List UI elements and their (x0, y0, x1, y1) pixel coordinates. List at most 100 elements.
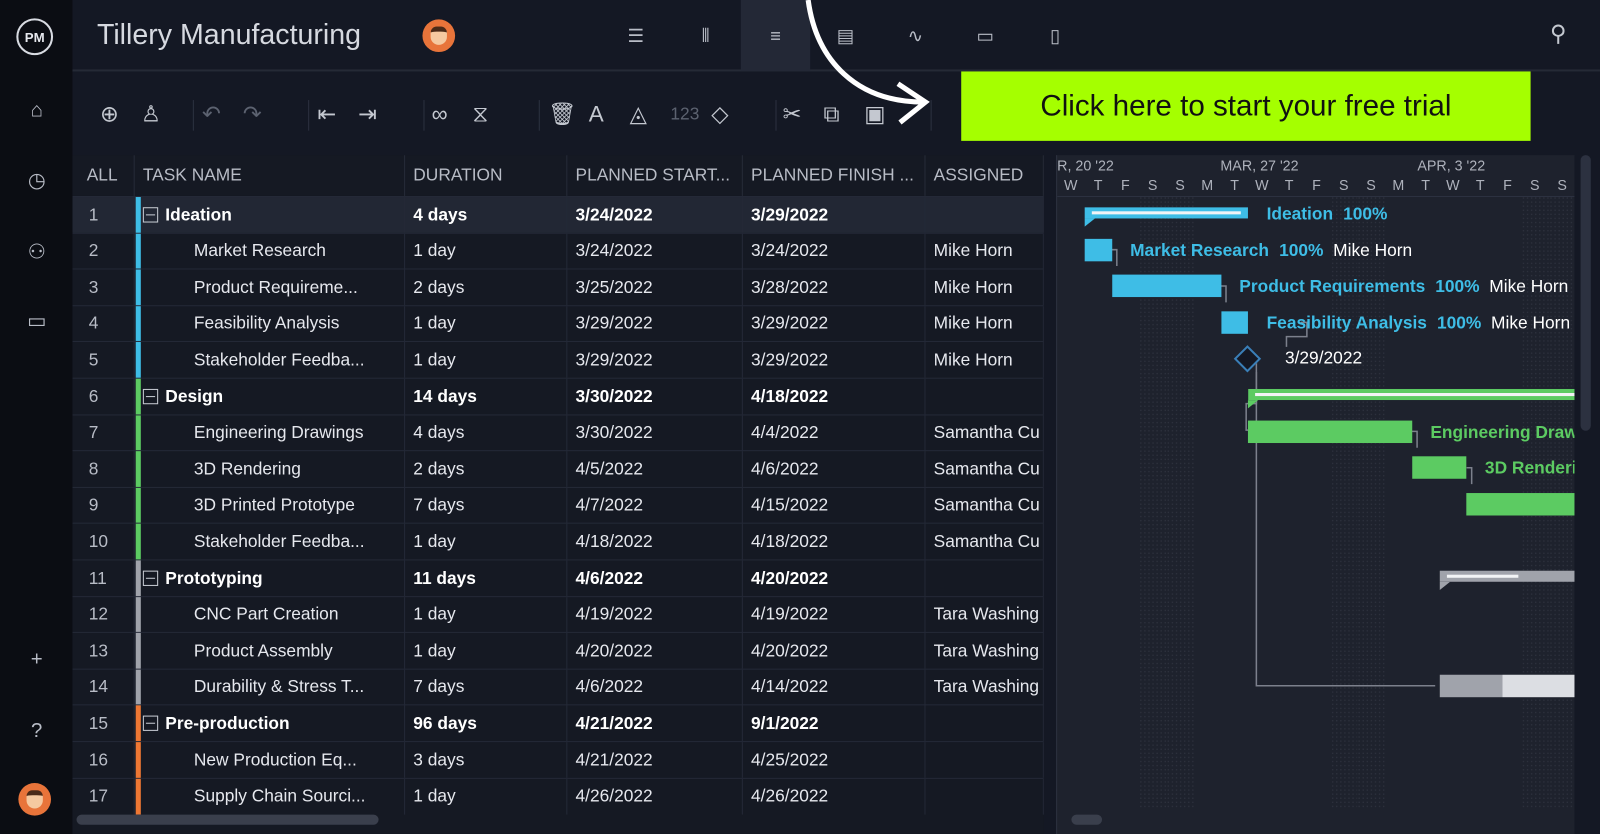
n-text: 5 (88, 350, 99, 370)
redo-icon[interactable]: ↷ (243, 98, 262, 131)
column-header-5[interactable]: ASSIGNED (926, 155, 1044, 196)
cell-name[interactable]: Ideation (135, 197, 406, 233)
group-row[interactable]: 1 Ideation 4 days 3/24/2022 3/29/2022 (72, 195, 1044, 234)
task-row[interactable]: 3 Product Requireme... 2 days 3/25/2022 3/28… (72, 268, 1044, 307)
outdent-icon[interactable]: ⇤ (317, 98, 336, 131)
task-row[interactable]: 9 3D Printed Prototype 7 days 4/7/2022 4/15/… (72, 486, 1044, 525)
cell-finish: 4/15/2022 (743, 487, 926, 524)
group-row[interactable]: 11 Prototyping 11 days 4/6/2022 4/20/2022 (72, 559, 1044, 597)
task-row[interactable]: 5 Stakeholder Feedba... 1 day 3/29/2022 3/29… (72, 341, 1044, 379)
cell-name[interactable]: Design (135, 378, 406, 415)
cell-name[interactable]: CNC Part Creation (135, 596, 406, 633)
group-row[interactable]: 6 Design 14 days 3/30/2022 4/18/2022 (72, 377, 1044, 416)
task-row[interactable]: 16 New Production Eq... 3 days 4/21/2022 4/2… (72, 741, 1044, 779)
collapse-toggle-icon[interactable] (142, 715, 159, 732)
grid-horizontal-scrollbar[interactable] (76, 814, 379, 825)
home-icon[interactable]: ⌂ (18, 92, 55, 129)
gantt-vertical-scrollbar[interactable] (1580, 155, 1591, 431)
group-color-bar (135, 342, 141, 379)
cell-name[interactable]: Prototyping (135, 560, 406, 597)
undo-icon[interactable]: ↶ (202, 98, 221, 131)
column-header-2[interactable]: DURATION (405, 155, 568, 196)
collapse-toggle-icon[interactable] (142, 207, 159, 223)
cell-name[interactable]: Engineering Drawings (135, 415, 406, 451)
task-row[interactable]: 13 Product Assembly 1 day 4/20/2022 4/20/202… (72, 632, 1044, 670)
cell-dur: 1 day (405, 596, 568, 633)
task-row[interactable]: 7 Engineering Drawings 4 days 3/30/2022 4/4/… (72, 414, 1044, 452)
add-user-icon[interactable]: ♙ (141, 98, 161, 131)
board-icon[interactable]: ⫴ (671, 0, 740, 71)
task-bar[interactable] (1439, 674, 1575, 697)
indent-icon[interactable]: ⇥ (358, 98, 377, 131)
task-row[interactable]: 17 Supply Chain Sourci... 1 day 4/26/2022 4/… (72, 777, 1044, 815)
task-row[interactable]: 2 Market Research 1 day 3/24/2022 3/24/2022 M… (72, 232, 1044, 270)
people-icon[interactable]: ⚇ (18, 233, 55, 270)
project-title: Tillery Manufacturing (96, 18, 362, 51)
collapse-toggle-icon[interactable] (142, 388, 159, 405)
cell-finish: 4/18/2022 (743, 524, 926, 560)
numbering-icon[interactable]: 123 (670, 98, 699, 131)
cell-name[interactable]: Product Requireme... (135, 269, 406, 306)
user-avatar[interactable] (18, 782, 52, 816)
files-icon[interactable]: ▯ (1020, 0, 1089, 71)
fill-color-icon[interactable]: ◬ (630, 98, 647, 131)
cell-name[interactable]: Product Assembly (135, 633, 406, 669)
cell-name[interactable]: 3D Printed Prototype (135, 487, 406, 524)
task-bar[interactable] (1411, 456, 1467, 479)
cell-name[interactable]: Market Research (135, 233, 406, 270)
cell-name[interactable]: Supply Chain Sourci... (135, 778, 406, 815)
calendar-icon[interactable]: ▭ (951, 0, 1020, 71)
collapse-toggle-icon[interactable] (142, 570, 159, 586)
briefcase-icon[interactable]: ▭ (18, 302, 55, 339)
task-bar[interactable] (1248, 420, 1412, 443)
cell-dur: 96 days (405, 705, 568, 742)
cell-name[interactable]: Durability & Stress T... (135, 669, 406, 706)
cell-name[interactable]: Feasibility Analysis (135, 306, 406, 342)
cell-name[interactable]: Pre-production (135, 705, 406, 742)
task-row[interactable]: 8 3D Rendering 2 days 4/5/2022 4/6/2022 Saman… (72, 450, 1044, 488)
column-header-0[interactable]: ALL (72, 155, 135, 196)
assigned-text: Mike Horn (933, 277, 1013, 297)
gantt-horizontal-scrollbar[interactable] (1071, 814, 1103, 825)
task-row[interactable]: 10 Stakeholder Feedba... 1 day 4/18/2022 4/1… (72, 523, 1044, 561)
help-icon[interactable]: ? (18, 713, 55, 750)
summary-progress (1446, 574, 1518, 578)
free-trial-button[interactable]: Click here to start your free trial (961, 71, 1531, 141)
start-text: 4/18/2022 (575, 531, 653, 552)
group-color-bar (135, 596, 141, 634)
unlink-icon[interactable]: ⧖ (472, 98, 488, 131)
search-icon[interactable]: ⚲ (1550, 20, 1566, 47)
text-color-icon[interactable]: A (589, 98, 604, 131)
column-header-4[interactable]: PLANNED FINISH ... (743, 155, 926, 196)
pm-logo[interactable]: PM (16, 18, 54, 56)
cell-n: 15 (72, 705, 135, 742)
list-icon[interactable]: ☰ (601, 0, 670, 71)
app-window: PM ⌂ ◷ ⚇ ▭ +? Tillery Manufacturing ☰ ⫴ ≡ ▤ ∿ ▭ ▯ … (0, 0, 1600, 834)
task-bar[interactable] (1111, 274, 1221, 298)
clock-icon[interactable]: ◷ (18, 161, 55, 198)
add-task-icon[interactable]: ⊕ (100, 98, 119, 131)
task-row[interactable]: 4 Feasibility Analysis 1 day 3/29/2022 3/29/… (72, 305, 1044, 343)
plus-icon[interactable]: + (18, 641, 55, 678)
column-header-3[interactable]: PLANNED START... (567, 155, 743, 196)
name-text: Design (165, 386, 224, 406)
project-avatar[interactable] (422, 19, 456, 53)
task-bar[interactable] (1220, 311, 1249, 334)
task-row[interactable]: 14 Durability & Stress T... 7 days 4/6/2022… (72, 668, 1044, 706)
column-header-1[interactable]: TASK NAME (135, 155, 406, 196)
cell-n: 12 (72, 596, 135, 633)
task-row[interactable]: 12 CNC Part Creation 1 day 4/19/2022 4/19/20… (72, 595, 1044, 634)
cell-name[interactable]: 3D Rendering (135, 451, 406, 488)
delete-icon[interactable]: 🗑 (548, 98, 577, 131)
cell-start: 3/29/2022 (567, 342, 743, 379)
cell-name[interactable]: Stakeholder Feedba... (135, 524, 406, 560)
milestone-icon[interactable]: ◇ (711, 98, 728, 131)
cell-name[interactable]: Stakeholder Feedba... (135, 342, 406, 379)
assigned-text: Tara Washing (933, 677, 1040, 697)
task-bar[interactable] (1084, 238, 1112, 261)
link-icon[interactable]: ∞ (432, 98, 448, 131)
task-bar[interactable] (1466, 492, 1575, 516)
cell-name[interactable]: New Production Eq... (135, 742, 406, 778)
toolbar-divider (775, 100, 777, 131)
group-row[interactable]: 15 Pre-production 96 days 4/21/2022 9/1/2022 (72, 704, 1044, 743)
